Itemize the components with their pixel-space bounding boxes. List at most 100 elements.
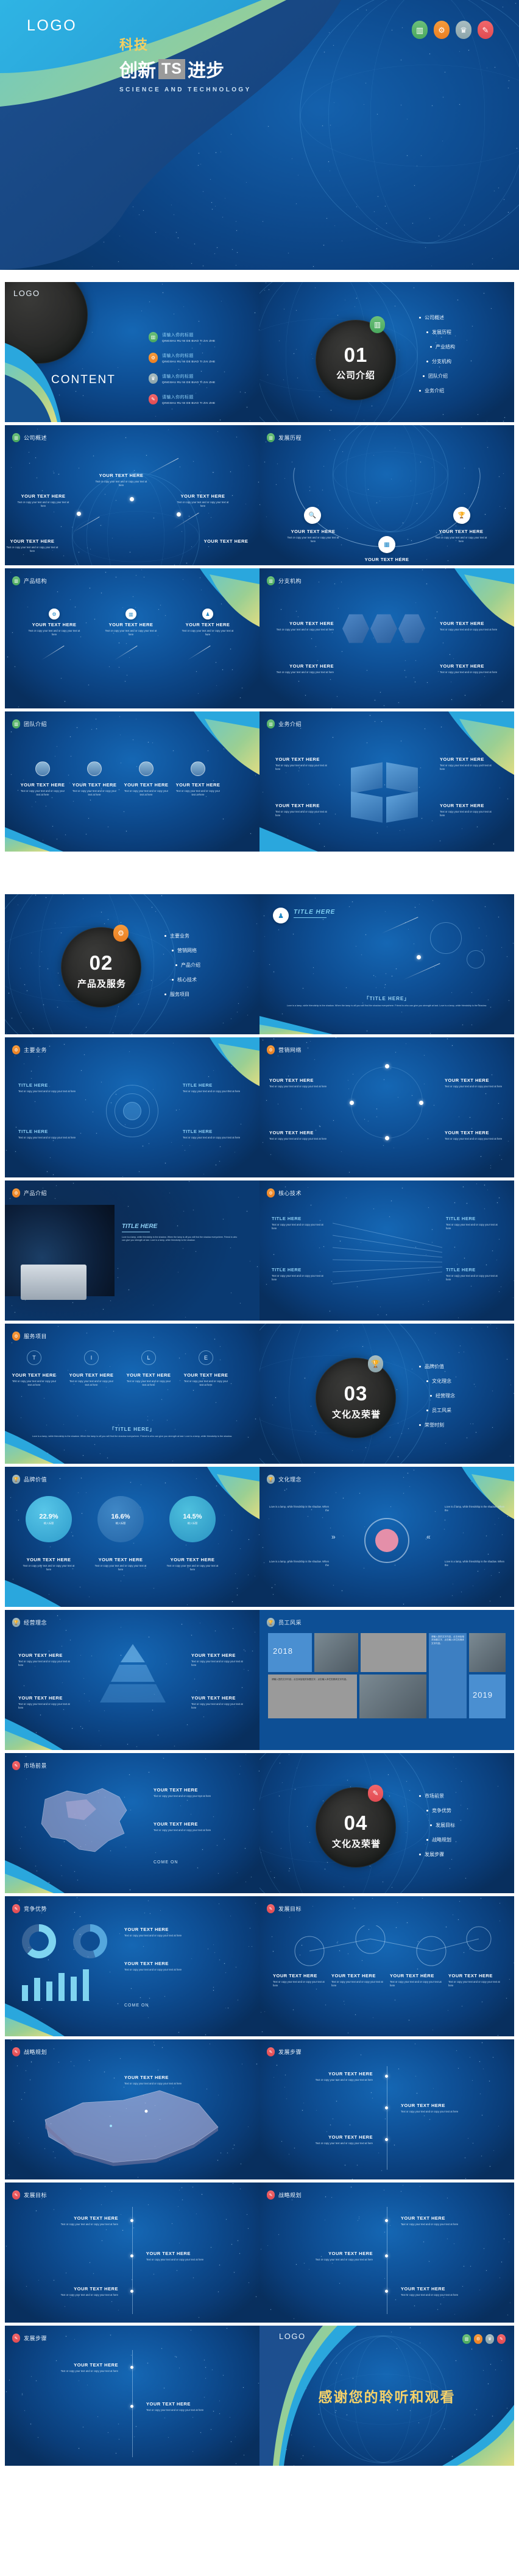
slide-development-steps[interactable]: ✎ 发展步骤 YOUR TEXT HERE Text or copy your … [260, 2039, 514, 2179]
list-item[interactable]: 市场前景 [419, 1793, 498, 1799]
slide-branches[interactable]: ▥ 分支机构 YOUR TEXT HERE Text or copy your … [260, 568, 514, 708]
callout: TITLE HERE Text or copy your text and or… [446, 1267, 502, 1282]
list-item[interactable]: 营销网络 [172, 947, 244, 954]
callout: YOUR TEXT HERE Text or copy your text an… [27, 2215, 118, 2226]
callout-text: Text or copy your text and or copy your … [175, 789, 221, 797]
list-item[interactable]: ♛ 请输入你的标题 QINGSHU RU NI DE BIAO TI ZAI Z… [149, 373, 247, 384]
node-dot [130, 497, 134, 501]
list-item[interactable]: 分支机构 [426, 358, 498, 365]
callout-title: YOUR TEXT HERE [125, 1372, 172, 1378]
slide-main-business[interactable]: ⚙ 主要业务 TITLE HERE Text or copy your text… [5, 1037, 260, 1177]
list-item[interactable]: 发展历程 [426, 329, 498, 336]
slide-market-prospect[interactable]: ✎ 市场前景 YOUR TEXT HERE Text or copy your … [5, 1753, 260, 1893]
slide-development-history[interactable]: ▥ 发展历程 🔍 ▦ 🏆 YOUR TEXT HERE Text or copy… [260, 425, 514, 565]
chart-icon: ▥ [12, 433, 20, 442]
callout-text: Text or copy your text and or copy your … [445, 1137, 503, 1141]
callout: YOUR TEXT HERE Text or copy your text an… [95, 473, 147, 488]
callout-title: YOUR TEXT HERE [191, 1695, 247, 1701]
slide-team[interactable]: ▥ 团队介绍 YOUR TEXT HERE Text or copy your … [5, 711, 260, 852]
page-title: 文化理念 [278, 1475, 302, 1483]
slide-header: ✎ 发展目标 [267, 1904, 302, 1913]
list-item[interactable]: 发展步骤 [419, 1851, 498, 1858]
list-item[interactable]: 公司概述 [419, 314, 498, 321]
slide-core-technology[interactable]: ⚙ 核心技术 TITLE HERE Text or copy your text… [260, 1180, 514, 1321]
toc-item-pinyin: QINGSHU RU NI DE BIAO TI ZAI ZHE [162, 339, 215, 342]
slide-timeline-a[interactable]: ✎ 发展目标 YOUR TEXT HERE Text or copy your … [5, 2183, 260, 2323]
slide-section-03[interactable]: 🏆 03 文化及荣誉 品牌价值 文化理念 经营理念 员工风采 荣誉时刻 [260, 1324, 514, 1464]
page-title: 分支机构 [278, 577, 302, 585]
list-item[interactable]: 产业结构 [430, 344, 498, 350]
callout: YOUR TEXT HERE Text or copy your text an… [331, 1973, 385, 1988]
slide-service-items[interactable]: ⚙ 服务项目 T I L E YOUR TEXT HERE Text or co… [5, 1324, 260, 1464]
list-item[interactable]: 经营理念 [430, 1392, 498, 1399]
callout: YOUR TEXT HERE Text or copy your text an… [281, 2251, 373, 2262]
list-item[interactable]: 战略规划 [426, 1837, 498, 1843]
thanks-icon-row: ▥ ⚙ ♛ ✎ [462, 2334, 506, 2344]
toc-item-label: 请输入你的标题 [162, 394, 215, 400]
callout-title: YOUR TEXT HERE [401, 2103, 492, 2108]
slide-business[interactable]: ▥ 业务介绍 YOUR TEXT HERE Text or copy your … [260, 711, 514, 852]
callout-title: YOUR TEXT HERE [18, 1653, 74, 1658]
slide-staff-style[interactable]: 🏆 员工风采 2018 请输入您的文字内容，点击添加相关标题文字，点击输入本栏的… [260, 1610, 514, 1750]
list-item[interactable]: 服务项目 [164, 991, 244, 998]
callout-title: YOUR TEXT HERE [175, 782, 221, 788]
list-item[interactable]: 员工风采 [426, 1407, 498, 1414]
stat-value: 22.9% [39, 1513, 58, 1520]
callout-text: Text or copy your text and or copy your … [177, 501, 229, 509]
slide-development-goal[interactable]: ✎ 发展目标 YOUR TEXT HERE Text or copy your … [260, 1896, 514, 2036]
page-title: 经营理念 [24, 1618, 47, 1626]
callout: TITLE HERE Text or copy your text and or… [183, 1129, 244, 1140]
slide-section-04[interactable]: ✎ 04 文化及荣誉 市场前景 竞争优势 发展目标 战略规划 发展步骤 [260, 1753, 514, 1893]
slide-brand-value[interactable]: 🏆 品牌价值 22.9% 输入标题 16.6% 输入标题 14.5% 输入标题 … [5, 1467, 260, 1607]
slide-competitive-advantage[interactable]: ✎ 竞争优势 YOUR TEXT HERE Text or copy your … [5, 1896, 260, 2036]
list-item[interactable]: ⚙ 请输入你的标题 QINGSHU RU NI DE BIAO TI ZAI Z… [149, 353, 247, 363]
list-item[interactable]: 核心技术 [172, 976, 244, 983]
list-item[interactable]: 荣誉时刻 [419, 1422, 498, 1428]
list-item[interactable]: ✎ 请输入你的标题 QINGSHU RU NI DE BIAO TI ZAI Z… [149, 394, 247, 404]
list-item[interactable]: ▥ 请输入你的标题 QINGSHU RU NI DE BIAO TI ZAI Z… [149, 332, 247, 342]
callout: YOUR TEXT HERE Text or copy your text an… [68, 1372, 115, 1388]
callout-title: TITLE HERE [18, 1082, 79, 1088]
list-item[interactable]: 文化理念 [426, 1378, 498, 1385]
chart-icon: ▥ [412, 21, 428, 39]
cover-title-right: 进步 [188, 55, 224, 82]
slide-title-here[interactable]: TITLE HERE ♟ 「TITLE HERE」 Love is a lamp… [260, 894, 514, 1034]
stat-circle: 14.5% 输入标题 [169, 1496, 216, 1542]
list-item[interactable]: 发展目标 [430, 1822, 498, 1829]
list-item[interactable]: 主要业务 [164, 933, 244, 939]
callout: YOUR TEXT HERE Text or copy your text an… [27, 2286, 118, 2297]
slide-cover[interactable]: LOGO ▥ ⚙ ♛ ✎ 科技 创新 TS 进步 SCIENCE AND TEC… [0, 0, 519, 270]
calendar-icon: ▦ [378, 536, 395, 553]
panel-text: 请输入您的文字内容，点击添加相关标题文字，点击输入本栏的具体文字内容。 [429, 1633, 467, 1648]
slide-management-concept[interactable]: 🏆 经营理念 YOUR TEXT HERE Text or copy your … [5, 1610, 260, 1750]
list-item[interactable]: 竞争优势 [426, 1807, 498, 1814]
slide-timeline-b[interactable]: ✎ 战略规划 YOUR TEXT HERE Text or copy your … [260, 2183, 514, 2323]
slide-product-intro[interactable]: ⚙ 产品介绍 TITLE HERE Love is a lamp, while … [5, 1180, 260, 1321]
list-item[interactable]: 业务介绍 [419, 387, 498, 394]
callout: YOUR TEXT HERE Text or copy your text an… [281, 2134, 373, 2145]
slide-company-overview[interactable]: ▥ 公司概述 YOUR TEXT HERE Text or copy your … [5, 425, 260, 565]
slide-section-02[interactable]: ⚙ 02 产品及服务 主要业务 营销网络 产品介绍 核心技术 服务项目 [5, 894, 260, 1034]
callout-title: YOUR TEXT HERE [401, 2286, 492, 2292]
slide-product-structure[interactable]: ▥ 产品结构 ⚙ YOUR TEXT HERE Text or copy you… [5, 568, 260, 708]
slide-toc[interactable]: LOGO CONTENT ▥ 请输入你的标题 QINGSHU RU NI DE … [5, 282, 260, 422]
trophy-icon: 🏆 [368, 1355, 383, 1372]
slide-section-01[interactable]: ▥ 01 公司介绍 公司概述 发展历程 产业结构 分支机构 团队介绍 业务介绍 [260, 282, 514, 422]
list-item[interactable]: 品牌价值 [419, 1363, 498, 1370]
slide-header: ▥ 业务介绍 [267, 719, 302, 729]
slide-strategic-plan[interactable]: ✎ 战略规划 YOUR TEXT HERE Text or copy your … [5, 2039, 260, 2179]
callout-text: Text or copy your text and or copy your … [440, 671, 501, 674]
slide-thanks[interactable]: LOGO ▥ ⚙ ♛ ✎ 感谢您的聆听和观看 [260, 2326, 514, 2466]
section-title: 文化及荣誉 [311, 1408, 401, 1420]
callout-text: Text or copy your text and or copy your … [269, 1137, 328, 1141]
callout: YOUR TEXT HERE Text or copy your text an… [401, 2286, 492, 2297]
callout-text: Text or copy your text and or copy your … [71, 789, 118, 797]
list-item[interactable]: 团队介绍 [423, 373, 498, 379]
slide-culture-concept[interactable]: 🏆 文化理念 » « Love is a lamp, while friends… [260, 1467, 514, 1607]
slide-timeline-c[interactable]: ✎ 发展步骤 YOUR TEXT HERE Text or copy your … [5, 2326, 260, 2466]
list-item[interactable]: 产品介绍 [175, 962, 244, 969]
ring-shape [430, 922, 462, 954]
slide-marketing-network[interactable]: ⚙ 营销网络 YOUR TEXT HERE Text or copy your … [260, 1037, 514, 1177]
callout: YOUR TEXT HERE Text or copy your text an… [71, 782, 118, 797]
node-dot [130, 2254, 133, 2257]
